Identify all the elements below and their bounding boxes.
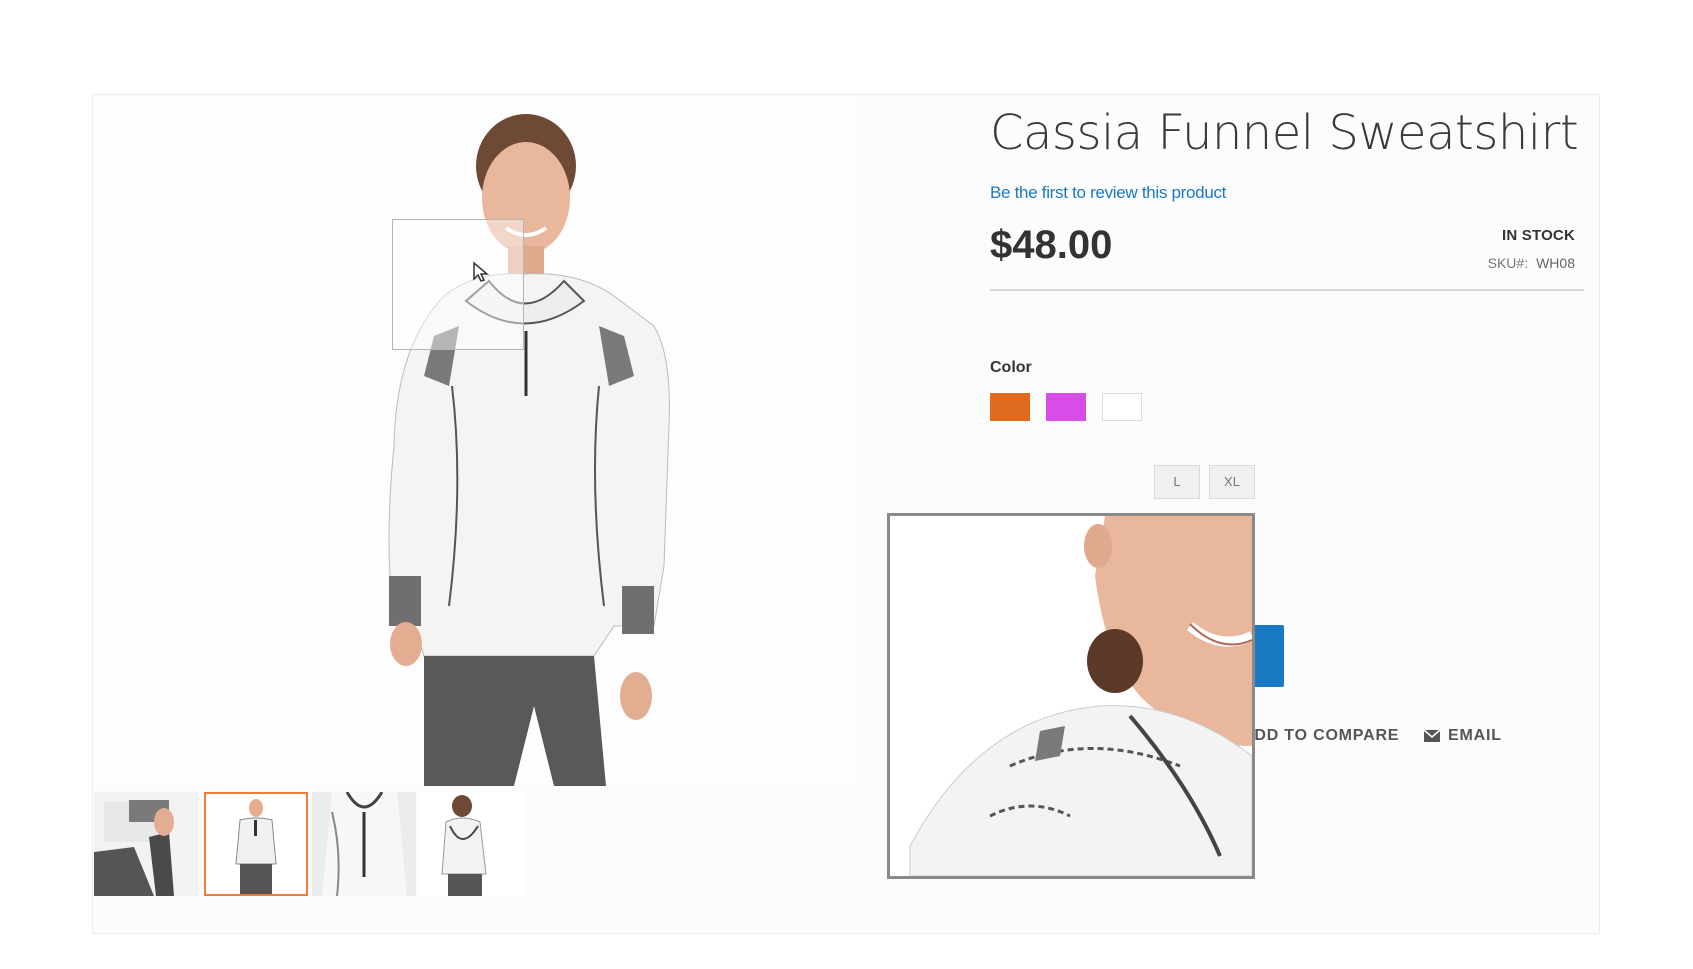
divider bbox=[990, 289, 1584, 291]
thumbnail-4[interactable] bbox=[420, 792, 524, 896]
thumbnail-2[interactable] bbox=[204, 792, 308, 896]
sku-row: SKU#: WH08 bbox=[1488, 255, 1575, 271]
color-swatch-purple[interactable] bbox=[1046, 393, 1086, 421]
zoom-viewer bbox=[887, 513, 1255, 879]
review-link[interactable]: Be the first to review this product bbox=[990, 183, 1226, 203]
product-photo bbox=[388, 114, 670, 786]
color-swatch-white[interactable] bbox=[1102, 393, 1142, 421]
product-price: $48.00 bbox=[990, 223, 1113, 267]
size-option-l[interactable]: L bbox=[1154, 465, 1200, 499]
cursor-icon bbox=[473, 261, 490, 282]
compare-label: ADD TO COMPARE bbox=[1242, 727, 1400, 744]
zoomed-image bbox=[890, 516, 1252, 876]
email-link[interactable]: EMAIL bbox=[1423, 727, 1502, 745]
sku-label: SKU#: bbox=[1487, 255, 1529, 271]
main-product-image[interactable] bbox=[94, 96, 854, 786]
envelope-icon bbox=[1423, 729, 1441, 742]
zoom-lens[interactable] bbox=[392, 219, 524, 350]
thumbnail-1[interactable] bbox=[94, 792, 198, 896]
product-page-frame: Cassia Funnel Sweatshirt Be the first to… bbox=[92, 94, 1600, 934]
product-title: Cassia Funnel Sweatshirt bbox=[990, 105, 1579, 161]
size-option-xl[interactable]: XL bbox=[1209, 465, 1255, 499]
email-label: EMAIL bbox=[1448, 727, 1502, 744]
thumbnail-3[interactable] bbox=[312, 792, 416, 896]
color-swatch-orange[interactable] bbox=[990, 393, 1030, 421]
stock-status: IN STOCK bbox=[1502, 227, 1575, 244]
sku-value: WH08 bbox=[1536, 255, 1575, 271]
color-label: Color bbox=[990, 359, 1032, 376]
